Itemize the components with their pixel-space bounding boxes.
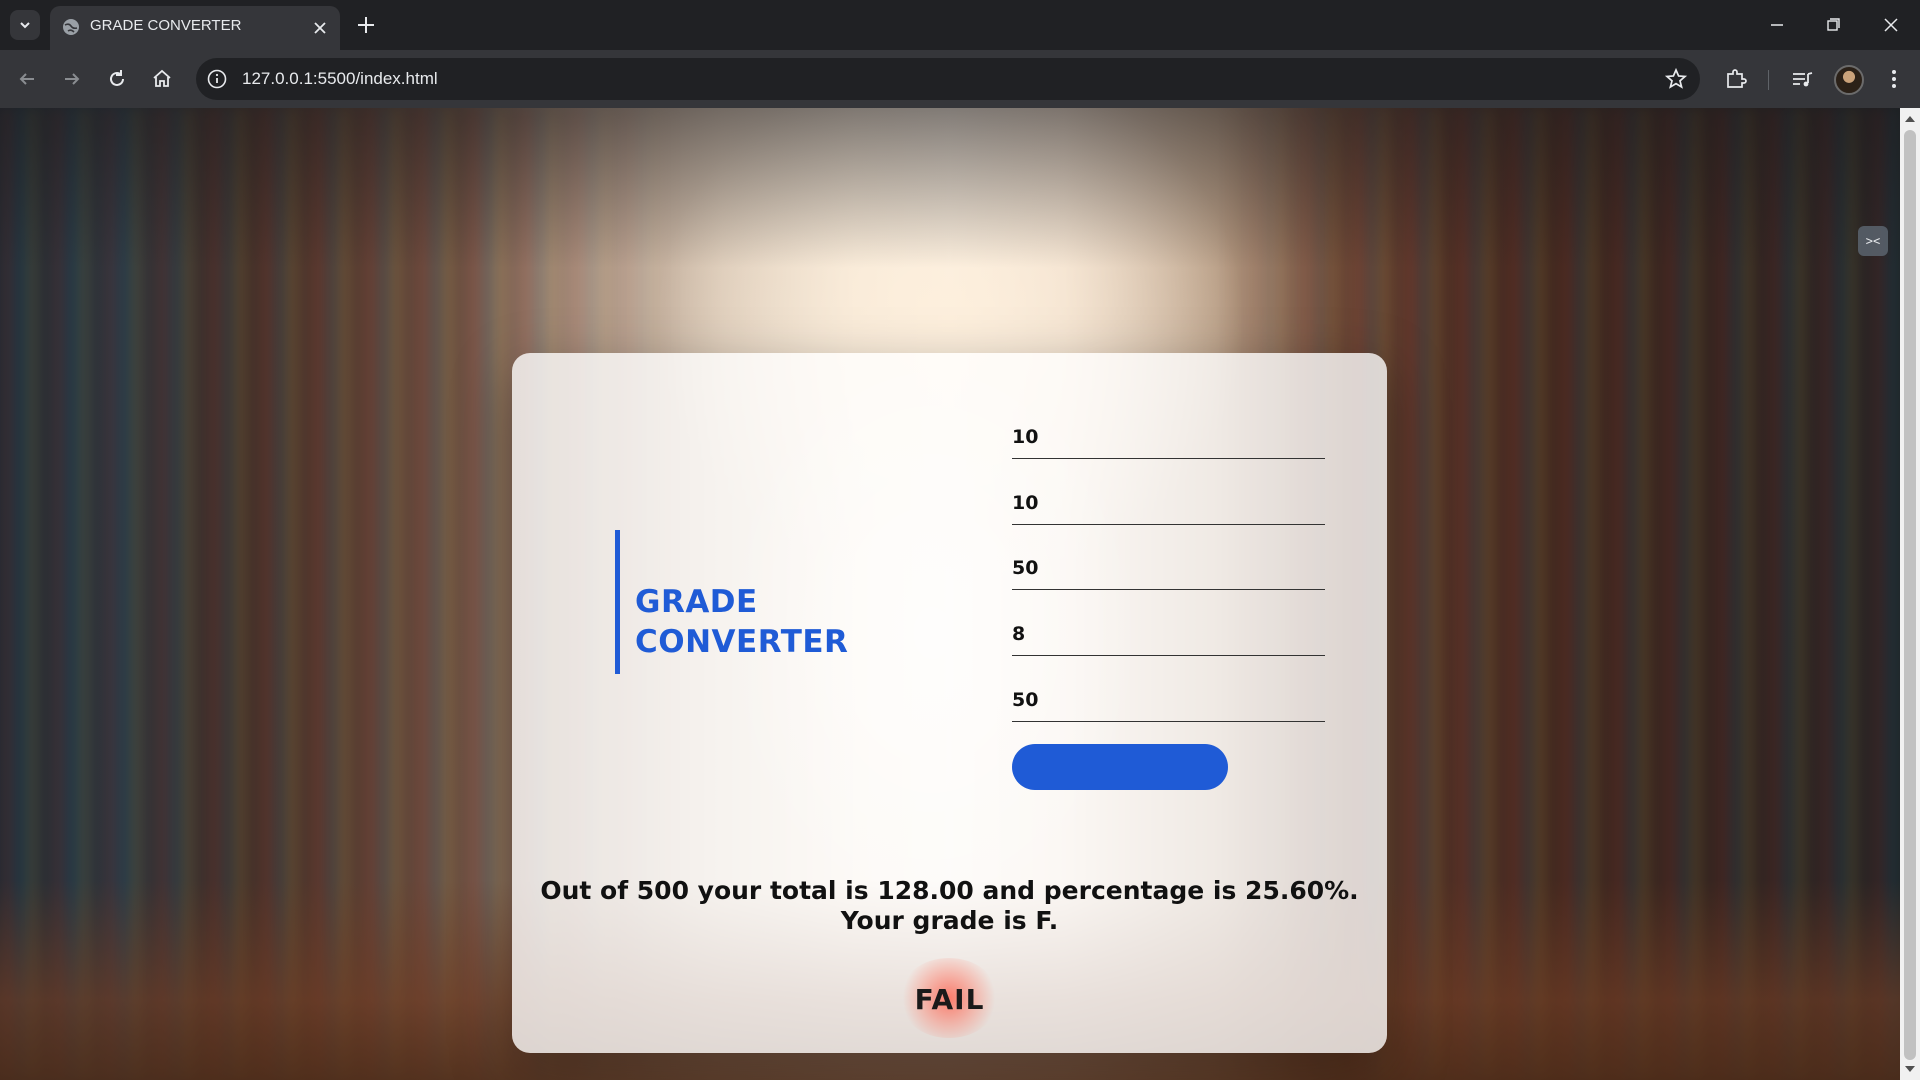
page-title: GRADE CONVERTER	[635, 582, 848, 662]
toolbar-separator	[1768, 70, 1769, 90]
chevron-down-icon	[20, 22, 30, 29]
scroll-down-icon[interactable]	[1905, 1066, 1915, 1072]
scrollbar-thumb[interactable]	[1904, 130, 1916, 1060]
mark-input-4[interactable]	[1012, 612, 1325, 656]
browser-tab[interactable]: GRADE CONVERTER	[50, 6, 340, 50]
title-line-1: GRADE	[635, 584, 758, 620]
arrow-left-icon[interactable]	[14, 66, 40, 92]
arrow-right-icon[interactable]	[59, 66, 85, 92]
close-window-icon[interactable]	[1878, 12, 1904, 38]
url-text[interactable]: 127.0.0.1:5500/index.html	[242, 69, 438, 89]
scroll-up-icon[interactable]	[1905, 116, 1915, 122]
restore-icon[interactable]	[1820, 12, 1846, 38]
media-queue-icon[interactable]	[1788, 65, 1816, 93]
mark-input-2[interactable]	[1012, 481, 1325, 525]
plus-icon[interactable]	[354, 13, 378, 37]
mark-input-5[interactable]	[1012, 678, 1325, 722]
scrollbar[interactable]	[1900, 108, 1920, 1080]
status-badge: FAIL	[914, 983, 985, 1016]
mark-input-1[interactable]	[1012, 415, 1325, 459]
result-line-2: Your grade is F.	[840, 906, 1059, 935]
home-icon[interactable]	[149, 66, 175, 92]
star-icon[interactable]	[1664, 67, 1688, 91]
puzzle-icon[interactable]	[1722, 65, 1750, 93]
page-viewport: GRADE CONVERTER Out of 500 your total is…	[0, 108, 1900, 1080]
minimize-icon[interactable]	[1764, 12, 1790, 38]
close-icon[interactable]	[310, 18, 330, 38]
kebab-menu-icon[interactable]	[1880, 65, 1908, 93]
profile-avatar[interactable]	[1834, 65, 1864, 95]
submit-button[interactable]	[1012, 744, 1228, 790]
background-ceiling	[0, 108, 1900, 268]
info-icon[interactable]	[206, 68, 228, 90]
tab-strip: GRADE CONVERTER	[0, 0, 1920, 50]
reload-icon[interactable]	[104, 66, 130, 92]
browser-toolbar: 127.0.0.1:5500/index.html	[0, 50, 1920, 108]
tab-title: GRADE CONVERTER	[90, 17, 242, 34]
tab-search-button[interactable]	[10, 10, 40, 40]
result-message: Out of 500 your total is 128.00 and perc…	[512, 876, 1387, 936]
address-bar[interactable]: 127.0.0.1:5500/index.html	[196, 58, 1700, 100]
globe-icon	[63, 19, 79, 35]
title-line-2: CONVERTER	[635, 624, 849, 660]
grade-converter-card: GRADE CONVERTER Out of 500 your total is…	[512, 353, 1387, 1053]
title-block: GRADE CONVERTER	[615, 530, 880, 674]
mark-input-3[interactable]	[1012, 546, 1325, 590]
extension-widget[interactable]: ><	[1858, 226, 1888, 256]
result-line-1: Out of 500 your total is 128.00 and perc…	[540, 876, 1359, 905]
